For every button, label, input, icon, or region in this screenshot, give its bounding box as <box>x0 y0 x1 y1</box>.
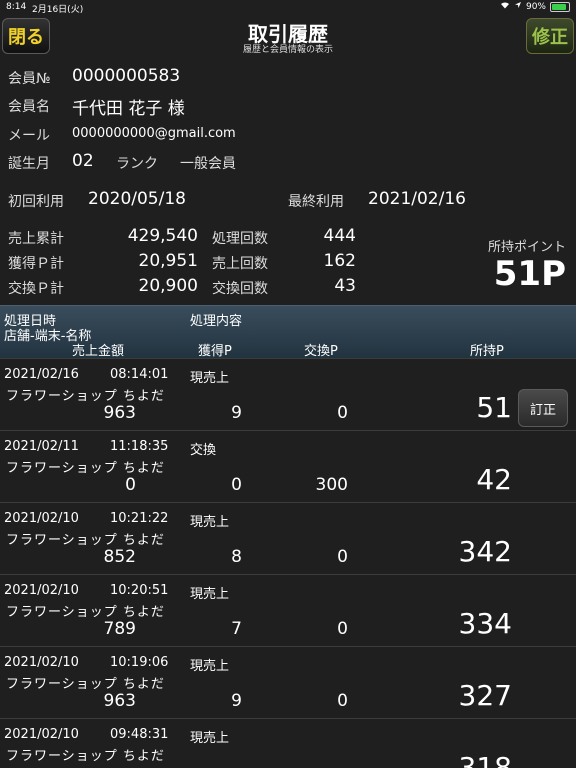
process-count: 444 <box>323 226 356 246</box>
last-use-label: 最終利用 <box>288 194 344 210</box>
member-mail-label: メール <box>8 128 50 144</box>
status-bar: 8:14 2月16日(火) 90% <box>0 0 576 15</box>
row-date: 2021/02/10 <box>4 583 79 598</box>
last-use-date: 2021/02/16 <box>368 189 466 209</box>
row-kind: 現売上 <box>190 731 230 746</box>
row-held: 318 <box>458 751 512 768</box>
history-list[interactable]: 2021/02/16 08:14:01 現売上 フラワーショップ ちよだ 963… <box>0 358 576 768</box>
row-exchanged: 300 <box>315 475 348 495</box>
table-header: 処理日時 処理内容 店舗-端末-名称 売上金額 獲得P 交換P 所持P <box>0 305 576 359</box>
row-exchanged: 0 <box>337 547 348 567</box>
sales-total: 429,540 <box>127 226 198 246</box>
process-count-label: 処理回数 <box>212 231 268 247</box>
member-no-label: 会員№ <box>8 71 51 87</box>
row-kind: 現売上 <box>190 515 230 530</box>
exchange-count-label: 交換回数 <box>212 281 268 297</box>
sales-count: 162 <box>323 251 356 271</box>
points-value: 51P <box>493 254 566 294</box>
exchange-total: 20,900 <box>138 276 198 296</box>
first-use-date: 2020/05/18 <box>88 189 186 209</box>
row-store: フラワーショップ ちよだ <box>6 677 165 692</box>
first-use-label: 初回利用 <box>8 194 64 210</box>
points-label: 所持ポイント <box>487 240 566 255</box>
row-date: 2021/02/10 <box>4 511 79 526</box>
row-date: 2021/02/11 <box>4 439 79 454</box>
row-time: 10:19:06 <box>110 655 169 670</box>
row-kind: 現売上 <box>190 659 230 674</box>
row-time: 09:48:31 <box>110 727 169 742</box>
row-exchanged: 0 <box>337 403 348 423</box>
column-exchanged: 交換P <box>304 344 338 359</box>
row-amount: 789 <box>103 619 136 639</box>
table-row[interactable]: 2021/02/10 10:19:06 現売上 フラワーショップ ちよだ 963… <box>0 646 576 718</box>
row-earned: 9 <box>231 403 242 423</box>
row-store: フラワーショップ ちよだ <box>6 389 165 404</box>
exchange-total-label: 交換Ｐ計 <box>8 281 64 297</box>
row-time: 11:18:35 <box>110 439 169 454</box>
page-subtitle: 履歴と会員情報の表示 <box>242 45 333 55</box>
column-amount: 売上金額 <box>72 344 125 359</box>
member-mail: 0000000000@gmail.com <box>72 126 236 141</box>
row-date: 2021/02/10 <box>4 727 79 742</box>
row-time: 10:21:22 <box>110 511 169 526</box>
rank-label: ランク <box>116 156 158 172</box>
edit-button[interactable]: 修正 <box>526 18 574 54</box>
row-held: 342 <box>458 535 512 568</box>
row-exchanged: 0 <box>337 691 348 711</box>
row-date: 2021/02/10 <box>4 655 79 670</box>
row-amount: 0 <box>125 475 136 495</box>
sales-total-label: 売上累計 <box>8 231 64 247</box>
birth-month-label: 誕生月 <box>8 156 50 172</box>
battery-icon <box>550 1 570 12</box>
sales-count-label: 売上回数 <box>212 256 268 272</box>
row-earned: 8 <box>231 547 242 567</box>
table-row[interactable]: 2021/02/10 10:20:51 現売上 フラワーショップ ちよだ 789… <box>0 574 576 646</box>
table-row[interactable]: 2021/02/10 09:48:31 現売上 フラワーショップ ちよだ 318 <box>0 718 576 768</box>
row-store: フラワーショップ ちよだ <box>6 749 165 764</box>
exchange-count: 43 <box>334 276 356 296</box>
wifi-icon <box>500 1 510 12</box>
location-icon <box>514 1 522 12</box>
column-held: 所持P <box>470 344 504 359</box>
status-time: 8:14 <box>6 2 27 12</box>
earned-total-label: 獲得Ｐ計 <box>8 256 64 272</box>
row-kind: 現売上 <box>190 371 230 386</box>
battery-percent: 90% <box>525 1 546 12</box>
row-store: フラワーショップ ちよだ <box>6 533 165 548</box>
row-store: フラワーショップ ちよだ <box>6 605 165 620</box>
row-exchanged: 0 <box>337 619 348 639</box>
row-amount: 963 <box>103 403 136 423</box>
table-row[interactable]: 2021/02/16 08:14:01 現売上 フラワーショップ ちよだ 963… <box>0 358 576 430</box>
status-right: 90% <box>500 1 570 12</box>
row-amount: 852 <box>103 547 136 567</box>
birth-month: 02 <box>72 151 94 171</box>
row-time: 10:20:51 <box>110 583 169 598</box>
row-earned: 7 <box>231 619 242 639</box>
row-earned: 9 <box>231 691 242 711</box>
member-name-label: 会員名 <box>8 99 50 115</box>
row-amount: 963 <box>103 691 136 711</box>
row-kind: 交換 <box>190 443 217 458</box>
row-held: 327 <box>458 679 512 712</box>
row-held: 334 <box>458 607 512 640</box>
row-store: フラワーショップ ちよだ <box>6 461 165 476</box>
row-date: 2021/02/16 <box>4 367 79 382</box>
column-earned: 獲得P <box>198 344 232 359</box>
row-held: 42 <box>476 463 512 496</box>
member-no: 0000000583 <box>72 66 181 86</box>
column-content: 処理内容 <box>190 314 243 329</box>
table-row[interactable]: 2021/02/11 11:18:35 交換 フラワーショップ ちよだ 0 0 … <box>0 430 576 502</box>
row-kind: 現売上 <box>190 587 230 602</box>
row-held: 51 <box>476 391 512 424</box>
row-earned: 0 <box>231 475 242 495</box>
earned-total: 20,951 <box>138 251 198 271</box>
rank-value: 一般会員 <box>180 156 236 172</box>
row-time: 08:14:01 <box>110 367 169 382</box>
member-info: 会員№ 0000000583 会員名 千代田 花子 様 メール 00000000… <box>0 58 576 304</box>
member-name: 千代田 花子 様 <box>72 99 185 119</box>
correct-button[interactable]: 訂正 <box>518 389 568 427</box>
table-row[interactable]: 2021/02/10 10:21:22 現売上 フラワーショップ ちよだ 852… <box>0 502 576 574</box>
header: 閉る 取引履歴 履歴と会員情報の表示 修正 <box>0 14 576 58</box>
